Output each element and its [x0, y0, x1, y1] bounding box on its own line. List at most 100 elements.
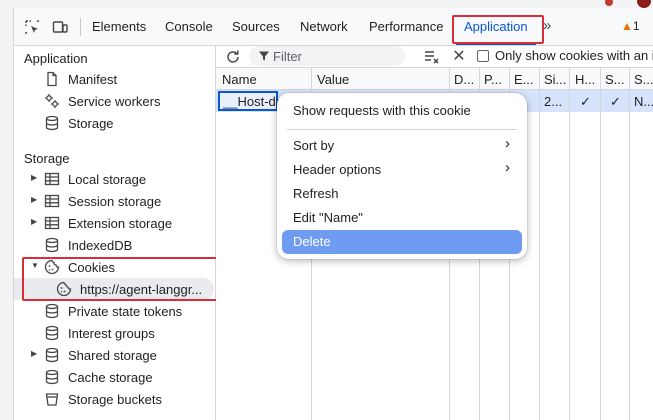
only-issue-cookies-toggle[interactable]: Only show cookies with an is: [477, 48, 653, 63]
menu-item-header-options[interactable]: Header options ›: [282, 158, 522, 182]
column-header-value[interactable]: Value: [317, 72, 349, 87]
menu-item-label: Delete: [293, 234, 331, 249]
filter-icon: [259, 51, 269, 61]
sidebar-item-manifest[interactable]: Manifest: [14, 68, 214, 90]
sidebar-item-label: Interest groups: [68, 326, 155, 341]
cookie-samesite: N...: [634, 94, 653, 109]
sidebar-item-local-storage[interactable]: ▶ Local storage: [14, 168, 214, 190]
menu-separator: [287, 129, 517, 130]
filter-box[interactable]: [249, 46, 405, 66]
database-icon: [45, 115, 59, 131]
column-header-samesite[interactable]: S...: [634, 72, 653, 87]
column-divider: [569, 68, 570, 420]
sidebar-gutter: [0, 46, 14, 420]
column-divider: [600, 68, 601, 420]
tab-performance[interactable]: Performance: [369, 19, 443, 34]
menu-item-label: Refresh: [293, 186, 339, 201]
database-icon: [45, 303, 59, 319]
more-tabs-chevron-icon[interactable]: »: [543, 17, 551, 34]
tab-sources[interactable]: Sources: [232, 19, 280, 34]
warning-triangle-icon: ▲: [621, 19, 633, 33]
sidebar-item-extension-storage[interactable]: ▶ Extension storage: [14, 212, 214, 234]
cookie-secure: ✓: [610, 94, 621, 109]
filter-input[interactable]: [273, 48, 398, 64]
sidebar-item-label: Storage: [68, 116, 114, 131]
tab-console[interactable]: Console: [165, 19, 213, 34]
sidebar-heading-storage: Storage: [24, 151, 70, 166]
sidebar-item-cache-storage[interactable]: Cache storage: [14, 366, 214, 388]
bucket-icon: [45, 393, 59, 406]
menu-item-edit-name[interactable]: Edit "Name": [282, 206, 522, 230]
menu-item-sort-by[interactable]: Sort by ›: [282, 134, 522, 158]
menu-item-label: Edit "Name": [293, 210, 363, 225]
sidebar-item-session-storage[interactable]: ▶ Session storage: [14, 190, 214, 212]
collapse-arrow-icon[interactable]: ▼: [31, 261, 39, 270]
clear-all-cookies-icon[interactable]: ✕: [451, 48, 467, 66]
devtools-tab-bar: Elements Console Sources Network Perform…: [0, 8, 653, 46]
refresh-icon[interactable]: [224, 48, 242, 66]
sidebar-item-label: Private state tokens: [68, 304, 183, 319]
database-icon: [45, 325, 59, 341]
expand-arrow-icon[interactable]: ▶: [31, 349, 37, 358]
sidebar-item-label: Service workers: [68, 94, 161, 109]
cookie-size: 2...: [544, 94, 563, 109]
sidebar-item-cookies[interactable]: ▼ Cookies: [14, 256, 214, 278]
expand-arrow-icon[interactable]: ▶: [31, 173, 37, 182]
menu-item-label: Show requests with this cookie: [293, 103, 471, 118]
expand-arrow-icon[interactable]: ▶: [31, 217, 37, 226]
sidebar-item-label: Local storage: [68, 172, 147, 187]
database-icon: [45, 237, 59, 253]
chevron-right-icon: ›: [505, 135, 510, 152]
column-header-domain[interactable]: D...: [454, 72, 474, 87]
profile-avatar[interactable]: [637, 0, 651, 8]
column-header-size[interactable]: Si...: [544, 72, 566, 87]
sidebar-item-service-workers[interactable]: Service workers: [14, 90, 214, 112]
table-icon: [44, 194, 60, 208]
sidebar-item-cookie-origin[interactable]: https://agent-langgr...: [14, 278, 214, 300]
cookies-toolbar: ✕ Only show cookies with an is: [216, 46, 653, 68]
application-sidebar: Application Manifest Service workers Sto…: [0, 46, 216, 420]
column-header-httponly[interactable]: H...: [575, 72, 595, 87]
column-divider: [539, 68, 540, 420]
column-header-path[interactable]: P...: [484, 72, 502, 87]
menu-item-show-requests[interactable]: Show requests with this cookie: [282, 99, 522, 123]
menu-item-label: Header options: [293, 162, 382, 177]
tab-application[interactable]: Application: [464, 19, 528, 34]
sidebar-item-shared-storage[interactable]: ▶ Shared storage: [14, 344, 214, 366]
sidebar-item-storage[interactable]: Storage: [14, 112, 214, 134]
name-cell-editing[interactable]: __Host-da: [218, 91, 283, 111]
document-icon: [47, 71, 57, 87]
menu-item-delete[interactable]: Delete: [282, 230, 522, 254]
warning-count-badge[interactable]: ▲1: [621, 19, 640, 33]
tab-elements[interactable]: Elements: [92, 19, 146, 34]
sidebar-item-label: Session storage: [68, 194, 162, 209]
menu-item-refresh[interactable]: Refresh: [282, 182, 522, 206]
tab-network[interactable]: Network: [300, 19, 348, 34]
window-top-strip: [0, 0, 653, 8]
sidebar-item-label: IndexedDB: [68, 238, 133, 253]
chevron-right-icon: ›: [505, 159, 510, 176]
column-header-name[interactable]: Name: [222, 72, 257, 87]
sidebar-item-storage-buckets[interactable]: Storage buckets: [14, 388, 214, 410]
device-toolbar-icon[interactable]: [52, 19, 68, 35]
expand-arrow-icon[interactable]: ▶: [31, 195, 37, 204]
toolbar-divider: [80, 18, 81, 36]
only-issue-checkbox[interactable]: [477, 50, 489, 62]
clear-filtered-cookies-icon[interactable]: [423, 48, 441, 66]
column-header-expires[interactable]: E...: [514, 72, 534, 87]
sidebar-item-private-state-tokens[interactable]: Private state tokens: [14, 300, 214, 322]
cookie-name: __Host-da: [223, 94, 283, 109]
menu-item-label: Sort by: [293, 138, 335, 153]
cookie-icon: [44, 259, 60, 275]
dock-strip: [0, 8, 14, 46]
sidebar-item-interest-groups[interactable]: Interest groups: [14, 322, 214, 344]
sidebar-item-label: https://agent-langgr...: [80, 282, 203, 297]
sidebar-item-label: Shared storage: [68, 348, 157, 363]
warning-count: 1: [632, 19, 640, 33]
sidebar-item-label: Cache storage: [68, 370, 153, 385]
sidebar-item-indexeddb[interactable]: IndexedDB: [14, 234, 214, 256]
inspect-element-icon[interactable]: [24, 19, 40, 35]
table-icon: [44, 172, 60, 186]
column-header-secure[interactable]: S...: [605, 72, 625, 87]
sidebar-item-label: Extension storage: [68, 216, 173, 231]
